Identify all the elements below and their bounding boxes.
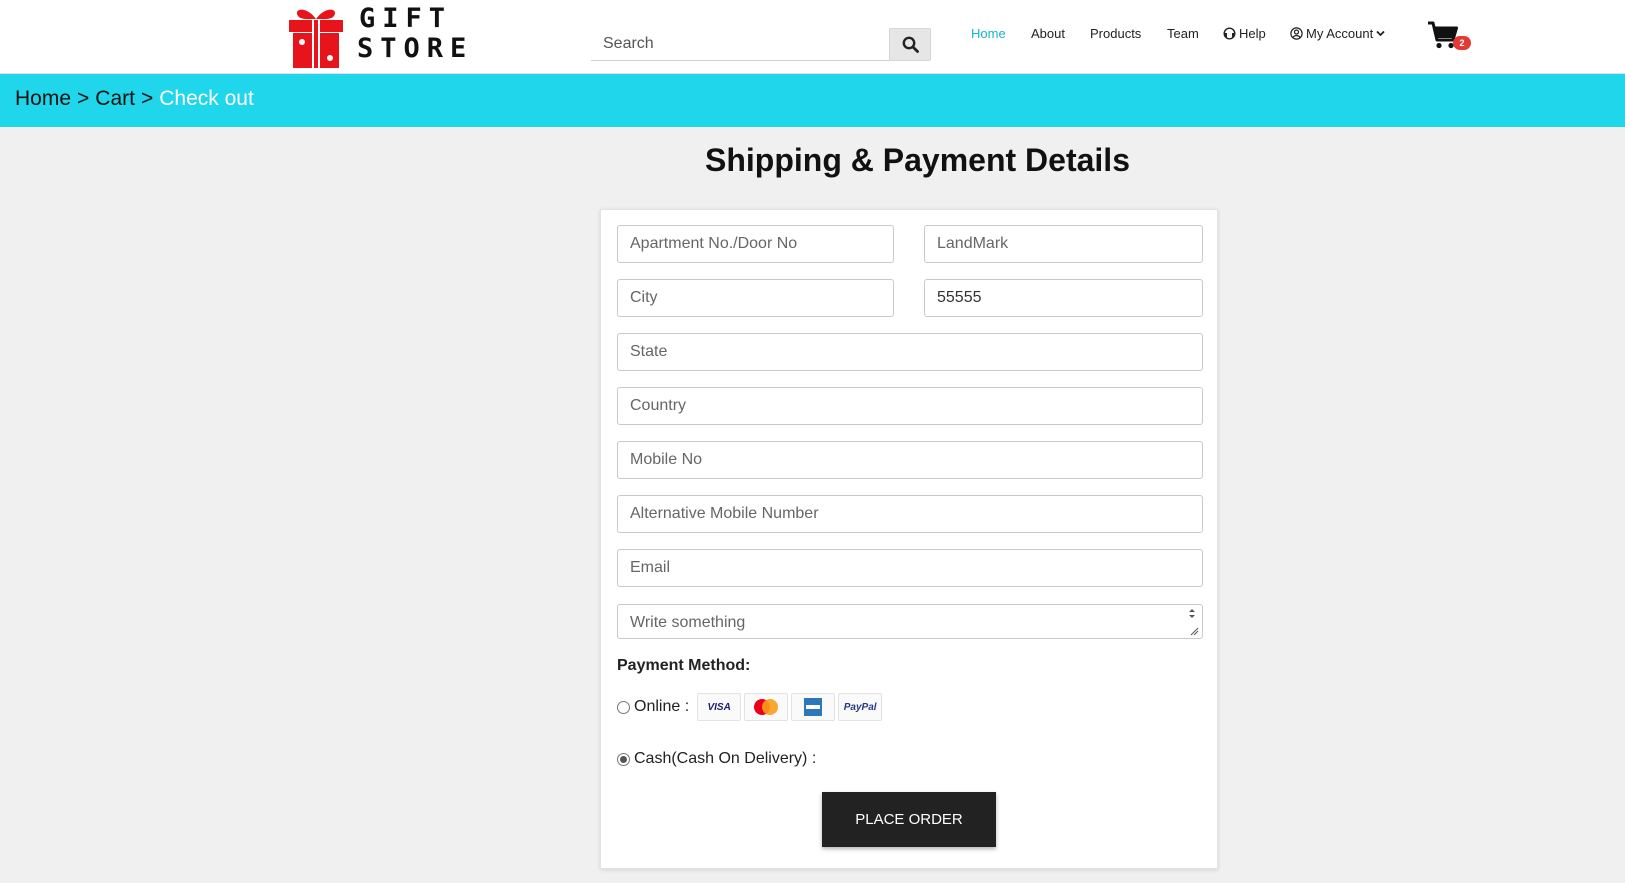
nav-products[interactable]: Products	[1090, 22, 1141, 44]
city-input[interactable]	[617, 279, 894, 317]
breadcrumb-current: Check out	[159, 87, 254, 110]
nav-team[interactable]: Team	[1167, 22, 1199, 44]
payment-online-option[interactable]: Online : VISA PayPal	[617, 693, 883, 721]
site-header: GIFT STORE Home About Products Team Help	[0, 0, 1625, 74]
user-circle-icon	[1290, 26, 1303, 40]
logo-line-2: STORE	[357, 33, 474, 64]
place-order-button[interactable]: PLACE ORDER	[822, 792, 996, 847]
spinner-resize-icon[interactable]	[1184, 606, 1200, 637]
online-radio[interactable]	[617, 700, 630, 714]
online-label: Online :	[634, 698, 690, 715]
checkout-form: Payment Method: Online : VISA PayPal Cas…	[600, 209, 1218, 869]
nav-team-label: Team	[1167, 25, 1199, 41]
nav-about-label: About	[1031, 25, 1065, 41]
cart-button[interactable]: 2	[1427, 20, 1477, 56]
mobile-input[interactable]	[617, 441, 1203, 479]
breadcrumb-home[interactable]: Home	[15, 87, 71, 111]
search-bar	[591, 27, 931, 61]
headset-icon	[1223, 26, 1236, 40]
cash-label: Cash(Cash On Delivery) :	[634, 750, 817, 767]
notes-textarea[interactable]	[618, 605, 1202, 638]
nav-home-label: Home	[971, 25, 1006, 41]
page-title: Shipping & Payment Details	[705, 142, 1130, 178]
payment-method-label: Payment Method:	[617, 657, 751, 674]
logo-text: GIFT STORE	[357, 4, 473, 64]
card-icons: VISA PayPal	[697, 693, 883, 721]
breadcrumb-separator: >	[77, 87, 90, 110]
visa-icon: VISA	[697, 693, 742, 721]
pincode-input[interactable]	[924, 279, 1203, 317]
search-icon	[902, 36, 919, 53]
payment-cash-option[interactable]: Cash(Cash On Delivery) :	[617, 750, 816, 768]
search-input[interactable]	[591, 27, 891, 61]
notes-field	[617, 604, 1203, 639]
cash-radio[interactable]	[617, 752, 630, 766]
landmark-input[interactable]	[924, 225, 1203, 263]
chevron-down-icon	[1376, 30, 1385, 36]
breadcrumb: Home > Cart > Check out	[15, 87, 254, 111]
gift-store-logo[interactable]: GIFT STORE	[287, 4, 467, 68]
gift-box-icon	[289, 9, 343, 68]
search-button[interactable]	[889, 28, 931, 61]
breadcrumb-separator: >	[140, 87, 154, 110]
nav-help[interactable]: Help	[1223, 22, 1266, 44]
apartment-input[interactable]	[617, 225, 894, 263]
mastercard-icon	[744, 693, 789, 721]
state-input[interactable]	[617, 333, 1203, 371]
country-input[interactable]	[617, 387, 1203, 425]
amex-icon	[791, 693, 836, 721]
alternative-mobile-input[interactable]	[617, 495, 1203, 533]
logo-line-1: GIFT	[359, 3, 453, 34]
nav-home[interactable]: Home	[971, 22, 1006, 44]
breadcrumb-bar: Home > Cart > Check out	[0, 74, 1625, 127]
nav-my-account-label: My Account	[1306, 25, 1374, 41]
email-input[interactable]	[617, 549, 1203, 587]
cart-count-badge: 2	[1453, 36, 1471, 50]
nav-products-label: Products	[1090, 25, 1142, 41]
nav-help-label: Help	[1239, 25, 1266, 41]
nav-about[interactable]: About	[1031, 22, 1065, 44]
paypal-icon: PayPal	[838, 693, 883, 721]
nav-my-account[interactable]: My Account	[1290, 22, 1388, 44]
breadcrumb-cart[interactable]: Cart	[95, 87, 135, 111]
